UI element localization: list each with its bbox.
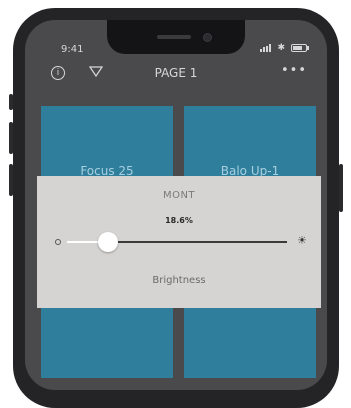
- brightness-dialog: MONT 18.6% ☀ Brightness: [37, 176, 321, 308]
- status-icons: ✱: [260, 43, 309, 53]
- brightness-value: 18.6%: [165, 216, 193, 225]
- signal-icon: [260, 44, 272, 52]
- phone-notch: [107, 20, 245, 54]
- dialog-label: Brightness: [152, 275, 206, 286]
- dialog-title: MONT: [162, 190, 196, 201]
- phone-side-button-left-1: [9, 94, 13, 110]
- slider-thumb[interactable]: [97, 232, 118, 252]
- bluetooth-icon: ✱: [277, 43, 285, 53]
- phone-side-button-right: [339, 164, 343, 212]
- brightness-slider[interactable]: [67, 232, 287, 252]
- brightness-low-icon: [55, 239, 61, 245]
- brightness-high-icon: ☀: [297, 234, 307, 247]
- page-header: i PAGE 1 •••: [25, 63, 327, 86]
- status-time: 9:41: [61, 44, 84, 55]
- more-icon[interactable]: •••: [281, 63, 307, 78]
- battery-icon: [291, 44, 309, 52]
- phone-side-button-left-2: [9, 122, 13, 154]
- speaker: [157, 35, 191, 39]
- front-camera: [203, 33, 212, 42]
- phone-side-button-left-3: [9, 164, 13, 196]
